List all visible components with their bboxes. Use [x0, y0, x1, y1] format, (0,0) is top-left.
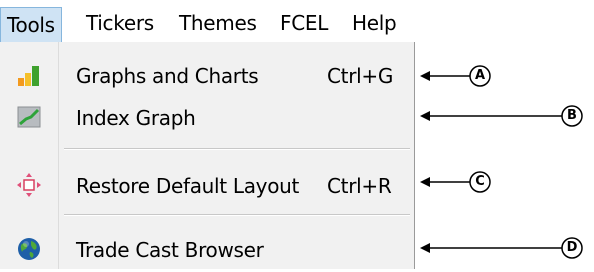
menu-item-shortcut: Ctrl+G — [327, 64, 394, 88]
menu-tools[interactable]: Tools — [0, 7, 62, 42]
line-graph-icon — [17, 106, 41, 128]
menu-separator — [64, 148, 410, 150]
callout-letter: A — [474, 68, 486, 83]
menu-tickers[interactable]: Tickers — [86, 11, 154, 35]
callout-letter: B — [567, 108, 577, 123]
globe-icon — [18, 238, 40, 260]
callout-a: A — [420, 60, 594, 92]
callout-d: D — [420, 232, 594, 264]
callout-c: C — [420, 166, 594, 198]
bar-chart-icon — [18, 66, 39, 86]
menu-help[interactable]: Help — [352, 11, 397, 35]
menu-item-label: Restore Default Layout — [76, 174, 300, 198]
menu-item-index-graph[interactable]: Index Graph — [0, 96, 414, 140]
menu-item-label: Index Graph — [76, 106, 196, 130]
menu-item-label: Graphs and Charts — [76, 64, 259, 88]
tools-dropdown-menu: Graphs and Charts Ctrl+G Index Graph Res… — [0, 42, 415, 269]
callout-arrow-icon — [420, 65, 491, 87]
menu-item-trade-cast-browser[interactable]: Trade Cast Browser — [0, 228, 414, 272]
menu-item-label: Trade Cast Browser — [76, 238, 264, 262]
menu-separator — [64, 214, 410, 216]
menu-fcel[interactable]: FCEL — [280, 11, 328, 35]
callout-arrow-icon — [420, 171, 491, 193]
menu-themes[interactable]: Themes — [179, 11, 257, 35]
menu-item-shortcut: Ctrl+R — [327, 174, 392, 198]
callout-letter: C — [475, 174, 485, 189]
menu-item-graphs-and-charts[interactable]: Graphs and Charts Ctrl+G — [0, 54, 414, 98]
callout-b: B — [420, 100, 594, 132]
layout-icon — [17, 173, 41, 197]
callout-letter: D — [566, 240, 578, 255]
menu-bar: Tools Tickers Themes FCEL Help — [0, 0, 414, 42]
menu-item-restore-default-layout[interactable]: Restore Default Layout Ctrl+R — [0, 164, 414, 208]
